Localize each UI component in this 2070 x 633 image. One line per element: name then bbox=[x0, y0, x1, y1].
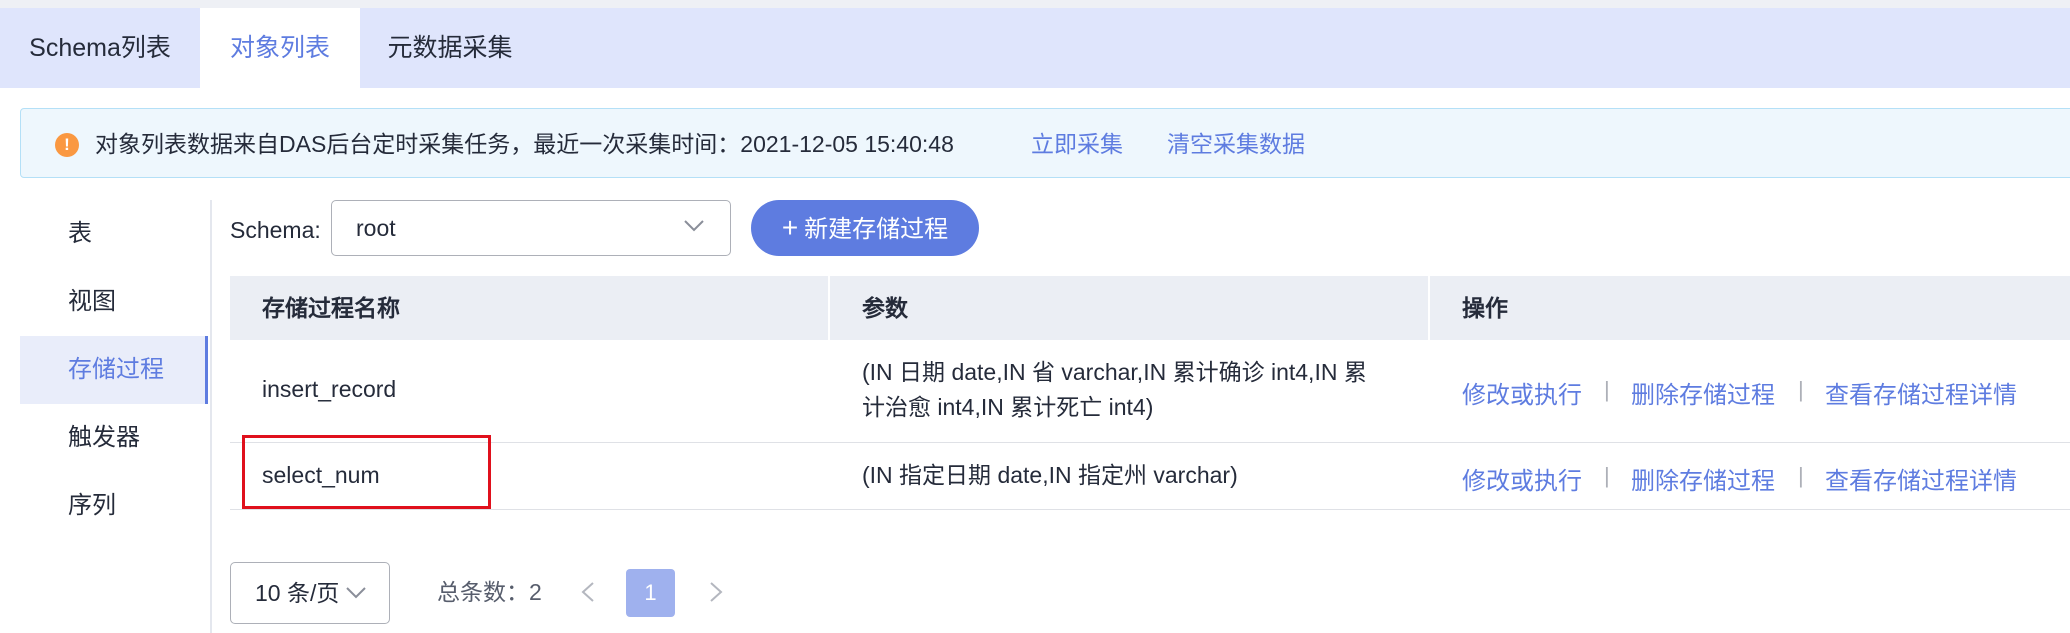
chevron-left-icon[interactable] bbox=[578, 580, 598, 604]
view-procedure-details-link[interactable]: 查看存储过程详情 bbox=[1825, 461, 2017, 496]
chevron-right-icon[interactable] bbox=[706, 580, 726, 604]
procedure-params: (IN 日期 date,IN 省 varchar,IN 累计确诊 int4,IN… bbox=[862, 355, 1367, 425]
top-strip bbox=[0, 0, 2070, 8]
params-line: (IN 日期 date,IN 省 varchar,IN 累计确诊 int4,IN… bbox=[862, 359, 1367, 385]
procedure-params: (IN 指定日期 date,IN 指定州 varchar) bbox=[862, 458, 1238, 493]
action-separator: | bbox=[1604, 463, 1610, 488]
schema-label: Schema: bbox=[230, 217, 321, 243]
action-separator: | bbox=[1604, 377, 1610, 402]
page-size-select[interactable]: 10 条/页 bbox=[230, 562, 390, 624]
plus-icon: + bbox=[781, 212, 799, 243]
action-separator: | bbox=[1798, 463, 1804, 488]
sidebar-item-tables[interactable]: 表 bbox=[20, 200, 208, 268]
procedure-name: insert_record bbox=[262, 376, 397, 402]
new-stored-procedure-label: 新建存储过程 bbox=[804, 216, 949, 243]
schema-select[interactable]: root bbox=[331, 200, 731, 256]
params-line: (IN 指定日期 date,IN 指定州 varchar) bbox=[862, 462, 1238, 488]
page-number-current[interactable]: 1 bbox=[626, 569, 675, 617]
view-procedure-details-link[interactable]: 查看存储过程详情 bbox=[1825, 375, 2017, 410]
new-stored-procedure-button[interactable]: + 新建存储过程 bbox=[751, 200, 979, 256]
column-header-actions: 操作 bbox=[1462, 295, 1508, 321]
sidebar-item-stored-procedures[interactable]: 存储过程 bbox=[20, 336, 208, 404]
column-divider bbox=[828, 276, 830, 340]
info-alert: ! 对象列表数据来自DAS后台定时采集任务，最近一次采集时间：2021-12-0… bbox=[20, 108, 2070, 178]
params-line: 计治愈 int4,IN 累计死亡 int4) bbox=[862, 394, 1154, 420]
column-header-params: 参数 bbox=[862, 295, 908, 321]
highlight-box bbox=[242, 435, 491, 509]
tab-schema-list[interactable]: Schema列表 bbox=[0, 8, 200, 88]
info-icon: ! bbox=[55, 133, 79, 157]
tab-object-list[interactable]: 对象列表 bbox=[200, 8, 360, 88]
clear-collected-data-link[interactable]: 清空采集数据 bbox=[1167, 109, 1305, 179]
column-header-name: 存储过程名称 bbox=[262, 295, 400, 321]
table-row: insert_record (IN 日期 date,IN 省 varchar,I… bbox=[230, 340, 2070, 443]
modify-execute-link[interactable]: 修改或执行 bbox=[1462, 375, 1582, 410]
schema-select-value: root bbox=[356, 215, 396, 241]
action-separator: | bbox=[1798, 377, 1804, 402]
delete-procedure-link[interactable]: 删除存储过程 bbox=[1631, 375, 1775, 410]
chevron-down-icon bbox=[684, 220, 704, 232]
alert-message: 对象列表数据来自DAS后台定时采集任务，最近一次采集时间：2021-12-05 … bbox=[95, 131, 954, 157]
collect-now-link[interactable]: 立即采集 bbox=[1031, 109, 1123, 179]
column-divider bbox=[1428, 276, 1430, 340]
modify-execute-link[interactable]: 修改或执行 bbox=[1462, 461, 1582, 496]
table-row: select_num (IN 指定日期 date,IN 指定州 varchar)… bbox=[230, 443, 2070, 510]
total-count: 总条数：2 bbox=[437, 579, 542, 605]
tab-metadata-collection[interactable]: 元数据采集 bbox=[360, 8, 540, 88]
table-header: 存储过程名称 参数 操作 bbox=[230, 276, 2070, 340]
sidebar-item-views[interactable]: 视图 bbox=[20, 268, 208, 336]
delete-procedure-link[interactable]: 删除存储过程 bbox=[1631, 461, 1775, 496]
page-size-value: 10 条/页 bbox=[255, 580, 340, 606]
sidebar-item-triggers[interactable]: 触发器 bbox=[20, 404, 208, 472]
sidebar-item-sequences[interactable]: 序列 bbox=[20, 472, 208, 540]
object-type-sidebar: 表 视图 存储过程 触发器 序列 bbox=[20, 200, 212, 633]
chevron-down-icon bbox=[346, 587, 366, 599]
